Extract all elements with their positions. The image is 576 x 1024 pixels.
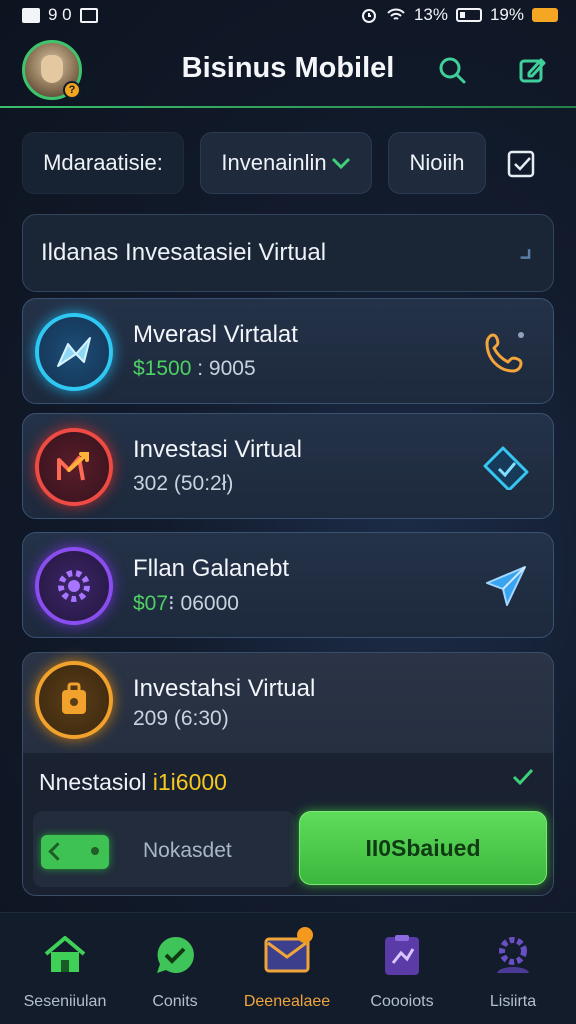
banner-text: Ildanas Invesatasiei Virtual [41, 239, 327, 266]
send-plane-icon [35, 313, 113, 391]
category-dropdown-value: Invenainlin [221, 150, 327, 175]
nav-label: Seseniiulan [23, 993, 107, 1010]
card-details: Nnestasiol i1i6000 Nokasdet II0Sbaiued [23, 753, 553, 895]
nav-item-mail[interactable]: Deenealaee [232, 927, 342, 1011]
filter-label: Mdaraatisie: [22, 132, 184, 194]
investment-card[interactable]: Investasi Virtual 302 (50:2ł) [22, 413, 554, 519]
investment-card[interactable]: Fllan Galanebt $07⁝ 06000 [22, 532, 554, 638]
notification-icon [22, 7, 40, 23]
filter-label-text: Mdaraatisie: [43, 150, 163, 175]
search-icon [439, 57, 466, 84]
notification-badge [297, 927, 313, 943]
nav-label: Conits [152, 993, 198, 1010]
check-chat-icon [151, 931, 199, 979]
investment-row: Nnestasiol i1i6000 [39, 769, 227, 796]
edit-button[interactable] [512, 50, 552, 90]
home-icon [41, 931, 89, 979]
call-button[interactable] [477, 323, 535, 381]
nav-item-profile[interactable]: Lisiirta [458, 931, 568, 1011]
card-value: 302 (50:2ł) [133, 472, 233, 496]
card-value: $1500 : 9005 [133, 357, 256, 381]
battery-percent-b: 19% [489, 5, 524, 24]
investment-row-label: Nnestasiol [39, 769, 153, 795]
bottom-nav: Seseniiulan Conits Deenealaee Coooiots L… [0, 912, 576, 1024]
nav-item-documents[interactable]: Coooiots [347, 931, 457, 1011]
card-value-amount: $1500 [133, 357, 192, 380]
ticket-button[interactable] [477, 438, 535, 496]
avatar-badge: ? [63, 81, 81, 99]
chevron-right-icon [520, 249, 531, 259]
chevron-down-icon [331, 157, 350, 170]
nav-label: Lisiirta [489, 993, 537, 1010]
mail-icon [263, 927, 313, 979]
battery-icon [455, 8, 482, 22]
category-dropdown[interactable]: Invenainlin [200, 132, 372, 194]
edit-icon [519, 58, 546, 83]
lock-icon [35, 661, 113, 739]
page-title: Bisinus Mobilel [181, 52, 395, 84]
status-bar: 9 0 13% 19% [0, 0, 576, 30]
status-left-text: 9 0 [48, 5, 72, 24]
card-value-amount: $07 [133, 592, 169, 615]
avatar-face [41, 55, 63, 83]
filter-row: Mdaraatisie: Invenainlin Nioiih [22, 132, 554, 194]
search-button[interactable] [432, 50, 472, 90]
check-icon [512, 768, 534, 786]
document-icon [378, 931, 426, 979]
card-value-detail: ⁝ 06000 [168, 592, 239, 615]
wifi-icon [387, 8, 405, 20]
card-title: Investahsi Virtual [133, 675, 316, 702]
card-title: Mverasl Virtalat [133, 321, 298, 348]
profile-icon [489, 931, 537, 979]
ticket-check-icon [483, 446, 529, 490]
nav-label: Deenealaee [243, 993, 331, 1010]
wallet-selector[interactable]: Nokasdet [33, 811, 295, 887]
card-value: $07⁝ 06000 [133, 591, 239, 616]
nav-label: Coooiots [370, 993, 434, 1010]
battery-charging-icon [532, 8, 558, 22]
alarm-icon [361, 9, 376, 23]
card-value-detail: : 9005 [191, 357, 256, 380]
card-value-detail: 302 (50:2ł) [133, 472, 234, 495]
gear-icon [35, 547, 113, 625]
card-value: 209 (6:30) [133, 707, 229, 730]
avatar[interactable]: ? [22, 40, 82, 100]
wallet-icon [41, 835, 109, 869]
checkbox-icon [507, 150, 535, 178]
nav-item-chat[interactable]: Conits [120, 931, 230, 1011]
nav-item-home[interactable]: Seseniiulan [10, 931, 120, 1011]
investment-card-expanded[interactable]: Investahsi Virtual 209 (6:30) Nnestasiol… [22, 652, 554, 896]
investment-banner[interactable]: Ildanas Invesatasiei Virtual [22, 214, 554, 292]
card-title: Investasi Virtual [133, 436, 302, 463]
battery-percent-a: 13% [413, 5, 448, 24]
invest-button[interactable]: II0Sbaiued [299, 811, 547, 885]
card-title: Fllan Galanebt [133, 555, 290, 582]
app-header: ? Bisinus Mobilel [0, 36, 576, 108]
select-toggle[interactable] [506, 149, 536, 179]
paper-plane-icon [486, 566, 526, 606]
filter-chip-label: Nioiih [409, 150, 465, 175]
investment-row-amount: i1i6000 [152, 769, 227, 795]
send-button[interactable] [477, 557, 535, 615]
phone-icon [485, 332, 524, 373]
image-icon [79, 7, 98, 23]
chart-arrow-icon [35, 428, 113, 506]
header-divider [0, 106, 576, 108]
filter-chip[interactable]: Nioiih [388, 132, 486, 194]
investment-card[interactable]: Mverasl Virtalat $1500 : 9005 [22, 298, 554, 404]
wallet-label: Nokasdet [143, 839, 232, 862]
